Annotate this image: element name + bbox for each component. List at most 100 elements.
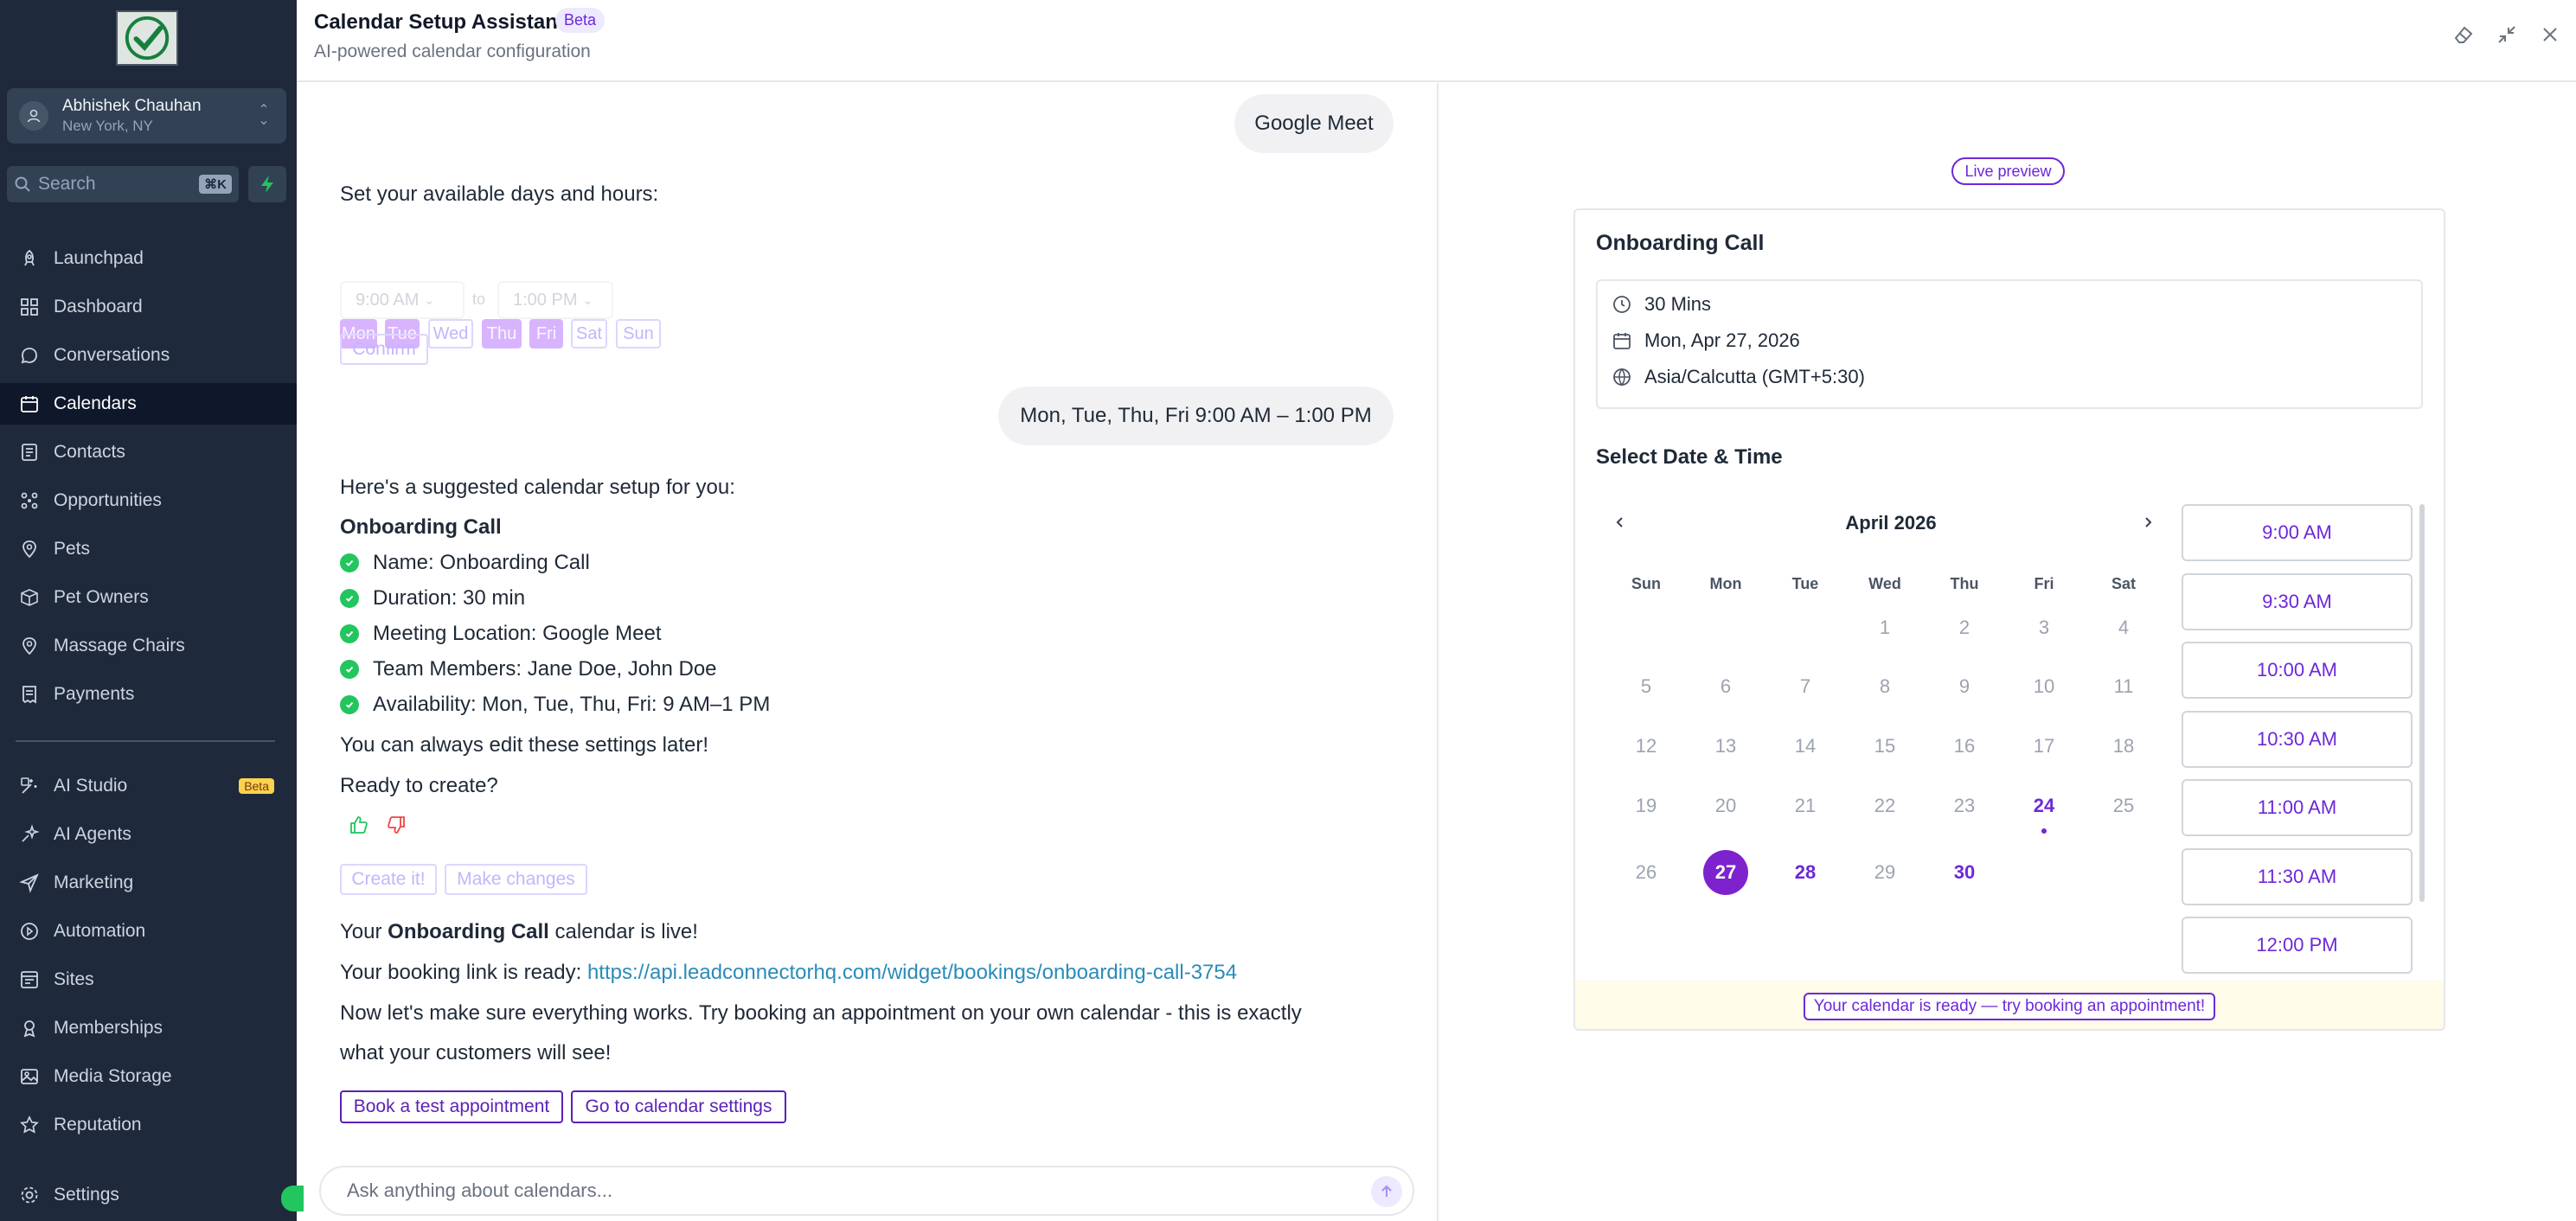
calendar-day-selected[interactable]: 27: [1686, 850, 1765, 895]
day-toggle-wed[interactable]: Wed: [428, 319, 473, 348]
app-logo[interactable]: [116, 10, 178, 66]
ai-studio-icon: [21, 777, 37, 794]
time-slot-button[interactable]: 10:00 AM: [2182, 642, 2413, 699]
beta-badge: Beta: [555, 8, 606, 33]
day-toggle-thu[interactable]: Thu: [482, 319, 522, 348]
sidebar-item-calendars[interactable]: Calendars: [0, 383, 297, 425]
quick-action-button[interactable]: [248, 166, 286, 202]
calendar-day: 11: [2113, 675, 2134, 697]
thumbs-down-icon[interactable]: [386, 815, 407, 840]
sidebar-item-pets[interactable]: Pets: [0, 528, 297, 570]
time-slot-button[interactable]: 9:30 AM: [2182, 572, 2413, 630]
start-time-select[interactable]: 9:00 AM ⌄: [340, 281, 465, 319]
live-preview-badge: Live preview: [1951, 157, 2065, 185]
prev-month-button[interactable]: [1606, 508, 1634, 536]
time-slot-button[interactable]: 11:30 AM: [2182, 847, 2413, 905]
sidebar-item-contacts[interactable]: Contacts: [0, 432, 297, 473]
chevron-left-icon: [1616, 517, 1623, 527]
account-name: Abhishek Chauhan: [62, 97, 202, 115]
go-to-calendar-settings-button[interactable]: Go to calendar settings: [571, 1090, 786, 1123]
sidebar-item-label: Automation: [54, 921, 146, 941]
calendar-day[interactable]: 30: [1925, 855, 2004, 890]
sidebar-item-marketing[interactable]: Marketing: [0, 862, 297, 904]
chevron-down-icon: ⌄: [582, 292, 593, 307]
sidebar-item-label: Massage Chairs: [54, 636, 185, 655]
user-message-bubble: Google Meet: [1234, 94, 1394, 153]
booking-link-message: Your booking link is ready: https://api.…: [340, 961, 1238, 984]
book-test-appointment-button[interactable]: Book a test appointment: [340, 1090, 563, 1123]
gear-icon: [21, 1186, 38, 1204]
sidebar-item-sites[interactable]: Sites: [0, 959, 297, 1000]
sidebar-item-label: Reputation: [54, 1115, 142, 1135]
page-subtitle: AI-powered calendar configuration: [314, 42, 591, 61]
sidebar-item-conversations[interactable]: Conversations: [0, 335, 297, 376]
sidebar-item-media-storage[interactable]: Media Storage: [0, 1056, 297, 1097]
search-input[interactable]: Search ⌘K: [7, 166, 239, 202]
make-changes-button[interactable]: Make changes: [445, 864, 587, 895]
send-button[interactable]: [1371, 1176, 1402, 1207]
calendar-live-message: Your Onboarding Call calendar is live!: [340, 920, 698, 943]
sidebar-item-opportunities[interactable]: Opportunities: [0, 480, 297, 521]
time-slot-button[interactable]: 9:00 AM: [2182, 504, 2413, 561]
sidebar-item-ai-studio[interactable]: AI Studio Beta: [0, 765, 297, 807]
eraser-icon[interactable]: [2451, 22, 2476, 47]
time-slot-button[interactable]: 12:00 PM: [2182, 917, 2413, 974]
timezone-value: Asia/Calcutta (GMT+5:30): [1644, 366, 1865, 387]
suggestion-title: Onboarding Call: [340, 515, 502, 539]
calendar-day: 6: [1720, 675, 1732, 697]
sidebar-divider: [16, 740, 275, 742]
time-slot-button[interactable]: 11:00 AM: [2182, 779, 2413, 836]
sidebar-item-massage-chairs[interactable]: Massage Chairs: [0, 625, 297, 667]
suggestion-item-text: Duration: 30 min: [373, 586, 526, 610]
suggestion-item: Team Members: Jane Doe, John Doe: [340, 657, 717, 681]
time-slot-button[interactable]: 10:30 AM: [2182, 710, 2413, 768]
thumbs-up-icon[interactable]: [349, 815, 369, 840]
duration-value: 30 Mins: [1644, 293, 1712, 315]
sidebar-item-pet-owners[interactable]: Pet Owners: [0, 577, 297, 618]
calendar-day: 20: [1714, 795, 1737, 816]
sidebar-item-memberships[interactable]: Memberships: [0, 1007, 297, 1049]
calendar-day[interactable]: 24: [2004, 789, 2084, 823]
calendar-day: 14: [1794, 735, 1817, 757]
user-icon: [27, 109, 41, 123]
chat-input[interactable]: Ask anything about calendars...: [319, 1166, 1414, 1216]
booking-link[interactable]: https://api.leadconnectorhq.com/widget/b…: [587, 961, 1237, 984]
weekday-header: Wed: [1868, 575, 1901, 592]
next-month-button[interactable]: [2134, 508, 2162, 536]
sidebar-item-payments[interactable]: Payments: [0, 674, 297, 715]
sidebar-item-dashboard[interactable]: Dashboard: [0, 286, 297, 328]
panel-divider: [1437, 83, 1439, 1221]
sidebar-item-automation[interactable]: Automation: [0, 911, 297, 952]
calendar-day: 3: [2038, 617, 2050, 638]
weekday-header: Sun: [1631, 575, 1661, 592]
calendar-day: 5: [1640, 675, 1652, 697]
calendar-day: 16: [1953, 735, 1976, 757]
automation-icon: [21, 923, 38, 940]
beta-badge: Beta: [239, 778, 274, 794]
day-toggle-fri[interactable]: Fri: [529, 319, 563, 348]
calendar-day[interactable]: 28: [1765, 855, 1845, 890]
sidebar: Abhishek Chauhan New York, NY ⌃ ⌄ Search …: [0, 0, 304, 1221]
calendar-day: 10: [2033, 675, 2055, 697]
account-switcher[interactable]: Abhishek Chauhan New York, NY ⌃ ⌄: [7, 88, 286, 144]
clock-icon: [1613, 296, 1631, 313]
membership-icon: [23, 1020, 35, 1038]
create-it-button[interactable]: Create it!: [340, 864, 437, 895]
chevron-updown-icon: ⌃ ⌄: [258, 103, 270, 128]
sidebar-item-label: AI Studio: [54, 776, 128, 796]
sidebar-item-label: Payments: [54, 684, 135, 704]
day-toggle-sun[interactable]: Sun: [616, 319, 661, 348]
end-time-select[interactable]: 1:00 PM ⌄: [497, 281, 613, 319]
sidebar-item-reputation[interactable]: Reputation: [0, 1104, 297, 1146]
minimize-icon[interactable]: [2495, 22, 2519, 47]
sidebar-item-launchpad[interactable]: Launchpad: [0, 238, 297, 279]
close-icon[interactable]: [2538, 22, 2562, 47]
calendar-day: 15: [1874, 735, 1896, 757]
sidebar-item-ai-agents[interactable]: AI Agents: [0, 814, 297, 855]
time-slots-scrollbar[interactable]: [2419, 504, 2425, 902]
sparkle-icon: [22, 824, 40, 842]
day-toggle-sat[interactable]: Sat: [571, 319, 607, 348]
sidebar-item-settings[interactable]: Settings: [0, 1174, 297, 1216]
sidebar-item-label: Opportunities: [54, 490, 162, 510]
confirm-button[interactable]: Confirm: [340, 334, 428, 365]
